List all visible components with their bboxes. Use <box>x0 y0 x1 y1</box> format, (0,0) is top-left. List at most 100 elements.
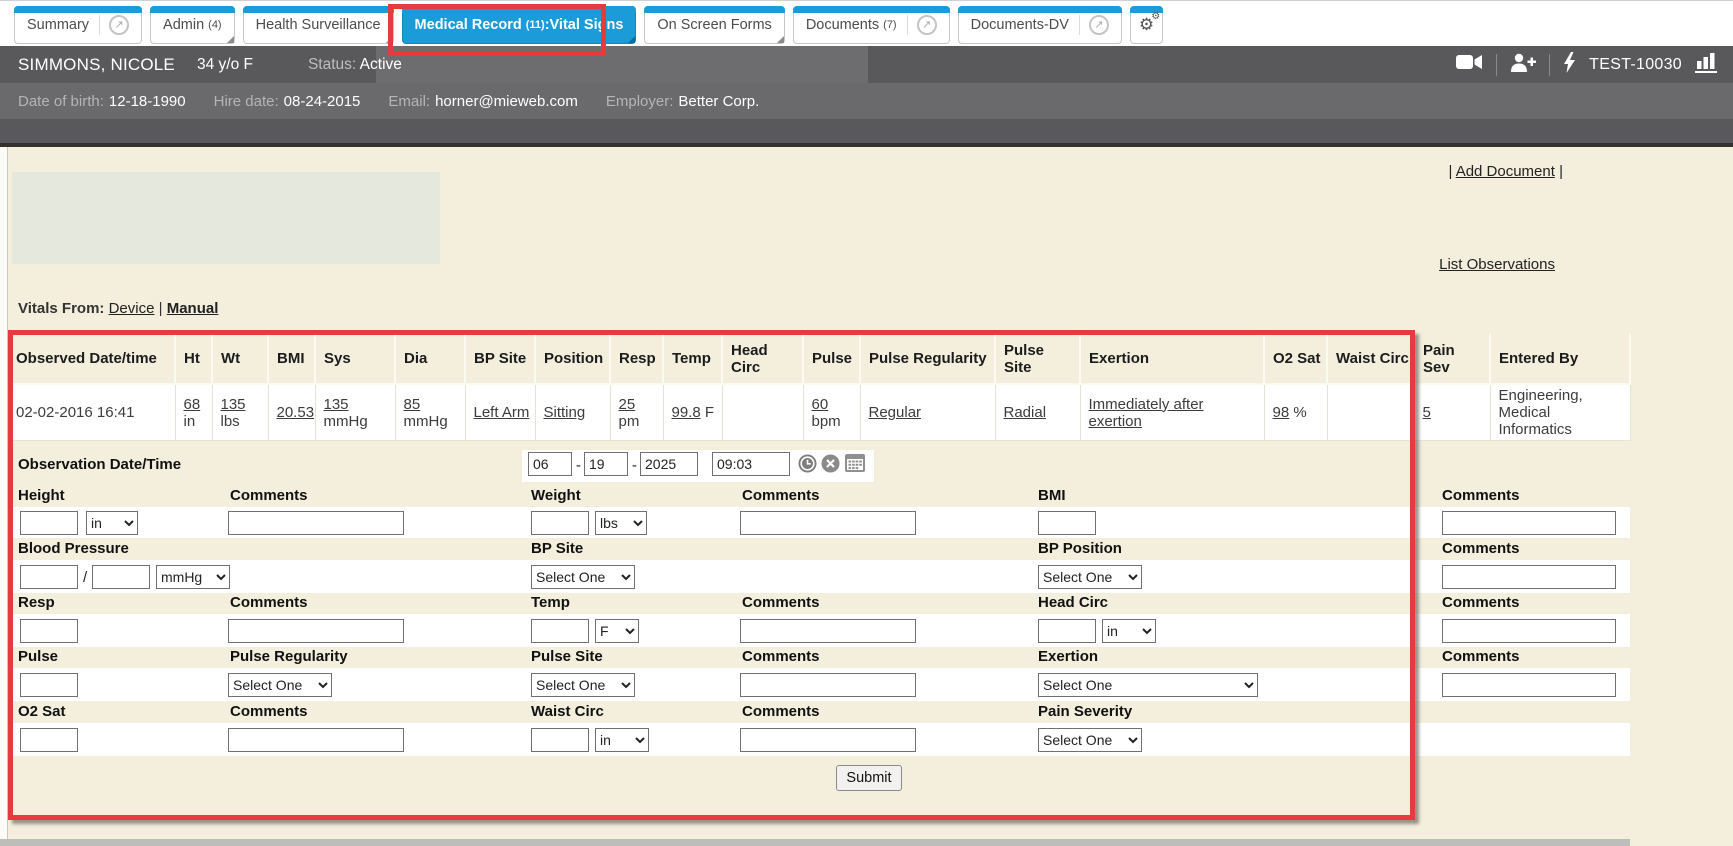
head-circ-unit-select[interactable]: in <box>1102 619 1156 643</box>
observations-table: Observed Date/time Ht Wt BMI Sys Dia BP … <box>8 334 1631 441</box>
dob-label: Date of birth: <box>18 93 104 110</box>
calendar-icon[interactable] <box>845 453 865 478</box>
bp-site-label: BP Site <box>531 540 583 557</box>
height-unit-select[interactable]: in <box>86 511 138 535</box>
head-circ-comments-input[interactable] <box>1442 619 1616 643</box>
lightning-bolt-icon[interactable] <box>1563 52 1576 78</box>
pulse-site-link[interactable]: Radial <box>1004 404 1047 421</box>
weight-unit-select[interactable]: lbs <box>595 511 647 535</box>
col-head-circ: Head Circ <box>722 334 803 384</box>
ht-link[interactable]: 68 <box>184 396 201 413</box>
resp-input[interactable] <box>20 619 78 643</box>
bp-site-select[interactable]: Select One <box>531 565 635 589</box>
pulse-site-label: Pulse Site <box>531 648 603 665</box>
position-link[interactable]: Sitting <box>544 404 586 421</box>
tab-health-surveillance[interactable]: Health Surveillance <box>243 6 394 44</box>
waist-comments-input[interactable] <box>740 728 916 752</box>
pulse-link[interactable]: 60 <box>812 396 829 413</box>
add-person-icon[interactable] <box>1510 53 1536 77</box>
weight-input[interactable] <box>531 511 589 535</box>
weight-label: Weight <box>531 487 581 504</box>
tab-summary[interactable]: Summary ↗ <box>14 6 142 44</box>
resp-link[interactable]: 25 <box>619 396 636 413</box>
patient-banner: SIMMONS, NICOLE 34 y/o F Status: Active … <box>0 46 1733 83</box>
vitals-manual-link[interactable]: Manual <box>167 300 219 317</box>
waist-circ-input[interactable] <box>531 728 589 752</box>
cell-sys: 135mmHg <box>315 384 395 441</box>
add-document-link[interactable]: Add Document <box>1456 163 1555 180</box>
height-input[interactable] <box>20 511 78 535</box>
patient-age-sex: 34 y/o F <box>197 56 253 74</box>
settings-button[interactable]: ⚙⚙ <box>1130 6 1163 44</box>
bmi-input[interactable] <box>1038 511 1096 535</box>
tab-medical-record-count: (11) <box>526 19 545 31</box>
temp-unit-select[interactable]: F <box>595 619 639 643</box>
o2-link[interactable]: 98 <box>1273 404 1290 421</box>
col-o2-sat: O2 Sat <box>1264 334 1327 384</box>
tab-documents-count: (7) <box>883 19 896 31</box>
external-link-icon[interactable]: ↗ <box>917 15 937 35</box>
resp-comments-input[interactable] <box>228 619 404 643</box>
list-observations-link[interactable]: List Observations <box>1439 256 1555 273</box>
external-link-icon[interactable]: ↗ <box>1089 15 1109 35</box>
clear-x-icon[interactable] <box>821 454 840 478</box>
temp-comments-input[interactable] <box>740 619 916 643</box>
bp-diastolic-input[interactable] <box>92 565 150 589</box>
video-camera-icon[interactable] <box>1456 53 1483 76</box>
dia-link[interactable]: 85 <box>404 396 421 413</box>
exertion-link[interactable]: Immediately after exertion <box>1089 396 1204 430</box>
tab-on-screen-forms-label: On Screen Forms <box>657 17 771 33</box>
head-circ-input[interactable] <box>1038 619 1096 643</box>
pain-severity-select[interactable]: Select One <box>1038 728 1142 752</box>
resp-label: Resp <box>18 594 55 611</box>
height-comments-input[interactable] <box>228 511 404 535</box>
tab-documents-dv[interactable]: Documents-DV ↗ <box>958 6 1122 44</box>
col-temp: Temp <box>663 334 722 384</box>
vitals-device-link[interactable]: Device <box>109 300 155 317</box>
o2-sat-input[interactable] <box>20 728 78 752</box>
tab-medical-record[interactable]: Medical Record (11) :Vital Signs <box>402 6 637 44</box>
pulse-site-select[interactable]: Select One <box>531 673 635 697</box>
waist-circ-unit-select[interactable]: in <box>595 728 649 752</box>
bmi-link[interactable]: 20.53 <box>277 404 315 421</box>
temp-link[interactable]: 99.8 <box>672 404 701 421</box>
height-label: Height <box>18 487 65 504</box>
pulse-comments-input[interactable] <box>740 673 916 697</box>
bp-position-select[interactable]: Select One <box>1038 565 1142 589</box>
left-gutter <box>0 147 8 846</box>
date-year-input[interactable] <box>640 452 698 476</box>
bp-comments-input[interactable] <box>1442 565 1616 589</box>
tab-admin[interactable]: Admin (4) <box>150 6 235 44</box>
pain-link[interactable]: 5 <box>1423 404 1431 421</box>
temp-input[interactable] <box>531 619 589 643</box>
cell-position: Sitting <box>535 384 610 441</box>
date-month-input[interactable] <box>528 452 572 476</box>
cell-pulse-site: Radial <box>995 384 1080 441</box>
exertion-select[interactable]: Select One <box>1038 673 1258 697</box>
pulse-input[interactable] <box>20 673 78 697</box>
tab-documents[interactable]: Documents (7) ↗ <box>793 6 950 44</box>
exertion-comments-input[interactable] <box>1442 673 1616 697</box>
pulse-regularity-link[interactable]: Regular <box>869 404 922 421</box>
tab-on-screen-forms[interactable]: On Screen Forms <box>644 6 784 44</box>
bp-systolic-input[interactable] <box>20 565 78 589</box>
bmi-comments-input[interactable] <box>1442 511 1616 535</box>
bp-unit-select[interactable]: mmHg <box>156 565 230 589</box>
weight-comments-input[interactable] <box>740 511 916 535</box>
pulse-regularity-select[interactable]: Select One <box>228 673 332 697</box>
bar-chart-icon[interactable] <box>1695 52 1719 78</box>
sys-link[interactable]: 135 <box>324 396 349 413</box>
date-day-input[interactable] <box>584 452 628 476</box>
external-link-icon[interactable]: ↗ <box>109 15 129 35</box>
clock-icon[interactable] <box>798 454 817 478</box>
col-pulse: Pulse <box>803 334 860 384</box>
time-input[interactable] <box>712 452 790 476</box>
o2-comments-input[interactable] <box>228 728 404 752</box>
bp-site-link[interactable]: Left Arm <box>474 404 530 421</box>
submit-button[interactable]: Submit <box>836 765 902 791</box>
col-wt: Wt <box>212 334 268 384</box>
submenu-fold-icon <box>777 36 784 43</box>
status-backdrop <box>376 46 868 83</box>
comments-label: Comments <box>1442 648 1520 665</box>
wt-link[interactable]: 135 <box>221 396 246 413</box>
